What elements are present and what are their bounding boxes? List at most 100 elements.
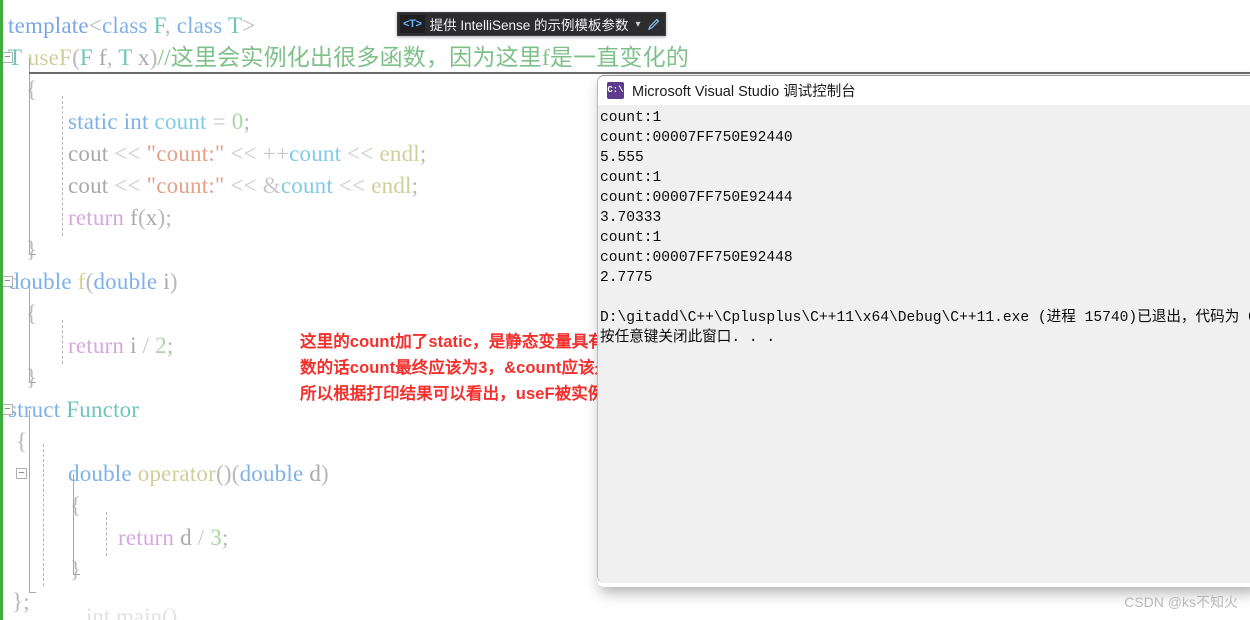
structure-guide <box>73 474 74 574</box>
code-token: return <box>68 205 125 230</box>
code-token: "count:" <box>146 173 225 198</box>
code-line: T useF(F f, T x)//这里会实例化出很多函数，因为这里f是一直变化… <box>0 42 689 74</box>
code-token: T <box>227 13 243 38</box>
code-token: ; <box>243 109 251 134</box>
console-output[interactable]: count:1 count:00007FF750E92440 5.555 count:… <box>598 105 1250 348</box>
code-token: //这里会实例化出很多函数，因为这里f是一直变化的 <box>157 45 690 70</box>
code-token: { <box>26 77 38 102</box>
partial-code-line: int main() <box>86 604 178 620</box>
code-token: { <box>26 301 38 326</box>
code-token: ( <box>137 205 146 230</box>
code-token: ( <box>72 45 80 70</box>
structure-guide <box>29 282 30 382</box>
code-line: template<class F, class T> <box>0 10 255 42</box>
screenshot-root: template<class F, class T> T useF(F f, T … <box>0 0 1250 620</box>
code-line: { <box>0 298 37 330</box>
code-token: return <box>68 333 125 358</box>
indent-guide <box>62 320 63 364</box>
code-token: endl <box>379 141 420 166</box>
console-output-line: count:00007FF750E92440 <box>600 130 793 146</box>
code-token: ) <box>169 269 178 294</box>
code-token: struct <box>8 397 61 422</box>
code-line: struct Functor <box>0 394 139 426</box>
code-line: } <box>0 234 37 266</box>
code-token: ) <box>149 45 158 70</box>
code-token: static <box>68 109 118 134</box>
console-output-line: count:1 <box>600 110 662 126</box>
code-token: count <box>280 173 333 198</box>
code-token: << <box>224 173 263 198</box>
code-token: = <box>206 109 232 134</box>
code-token: d <box>180 525 192 550</box>
code-token: 0 <box>231 109 244 134</box>
code-fold-toggle[interactable] <box>16 468 27 479</box>
code-token: << <box>224 141 263 166</box>
code-token: x <box>145 205 158 230</box>
csdn-watermark: CSDN @ks不知火 <box>1124 594 1238 610</box>
console-output-line: count:00007FF750E92448 <box>600 250 793 266</box>
code-token: class <box>176 13 223 38</box>
intellisense-tooltip-text: 提供 IntelliSense 的示例模板参数 <box>429 18 629 33</box>
structure-guide-foot <box>29 592 36 593</box>
code-token: { <box>70 493 82 518</box>
code-token: 2 <box>155 333 167 358</box>
code-token: << <box>332 173 372 198</box>
code-token: double <box>8 269 72 294</box>
code-token: operator <box>137 461 216 486</box>
code-token: ; <box>419 141 427 166</box>
indent-guide <box>43 444 44 586</box>
code-line: static int count = 0; <box>0 106 250 138</box>
code-token: / <box>136 333 156 358</box>
console-title-bar[interactable]: C:\ Microsoft Visual Studio 调试控制台 <box>598 76 1250 105</box>
console-app-icon: C:\ <box>607 81 624 99</box>
code-token: double <box>68 461 132 486</box>
code-token: int <box>123 109 149 134</box>
chevron-down-icon[interactable]: ▾ <box>635 19 640 30</box>
code-token: ; <box>166 333 174 358</box>
code-token: , <box>164 13 177 38</box>
code-line: return i / 2; <box>0 330 173 362</box>
console-output-line: D:\gitadd\C++\Cplusplus\C++11\x64\Debug\… <box>600 310 1250 326</box>
code-token: / <box>191 525 211 550</box>
console-output-line: count:1 <box>600 230 662 246</box>
console-window[interactable]: C:\ Microsoft Visual Studio 调试控制台 count:… <box>597 75 1250 583</box>
code-token: count <box>154 109 207 134</box>
code-token: << <box>108 173 147 198</box>
code-token: } <box>26 237 38 262</box>
code-token: x <box>138 45 150 70</box>
pencil-icon[interactable] <box>647 17 661 31</box>
code-token: endl <box>371 173 412 198</box>
code-token: ++ <box>262 141 290 166</box>
code-fold-toggle[interactable] <box>2 404 13 415</box>
code-token: ; <box>411 173 419 198</box>
intellisense-tooltip[interactable]: <T> 提供 IntelliSense 的示例模板参数 ▾ <box>397 12 666 36</box>
code-token: double <box>239 461 304 486</box>
code-token: ()( <box>216 461 240 486</box>
code-token: return <box>118 525 175 550</box>
structure-guide-foot <box>73 574 80 575</box>
code-line: { <box>0 426 27 458</box>
change-bar <box>0 74 3 620</box>
code-token: F <box>153 13 165 38</box>
code-line: return f(x); <box>0 202 172 234</box>
structure-guide-foot <box>29 382 36 383</box>
code-token: { <box>16 429 28 454</box>
console-window-title: Microsoft Visual Studio 调试控制台 <box>632 83 856 100</box>
code-token: } <box>70 557 82 582</box>
code-token: count <box>289 141 342 166</box>
code-token: double <box>93 269 158 294</box>
console-output-line: 3.70333 <box>600 210 662 226</box>
code-fold-toggle[interactable] <box>2 52 13 63</box>
change-bar <box>0 0 3 74</box>
code-token: useF <box>27 45 73 70</box>
structure-guide <box>29 410 30 592</box>
code-token: }; <box>12 589 30 614</box>
code-token: < <box>88 13 102 38</box>
code-token: Functor <box>66 397 140 422</box>
editor-divider <box>29 72 1250 74</box>
code-token: "count:" <box>146 141 225 166</box>
indent-guide <box>62 96 63 236</box>
console-output-line: count:00007FF750E92444 <box>600 190 793 206</box>
code-fold-toggle[interactable] <box>2 276 13 287</box>
template-param-badge: <T> <box>400 15 425 33</box>
